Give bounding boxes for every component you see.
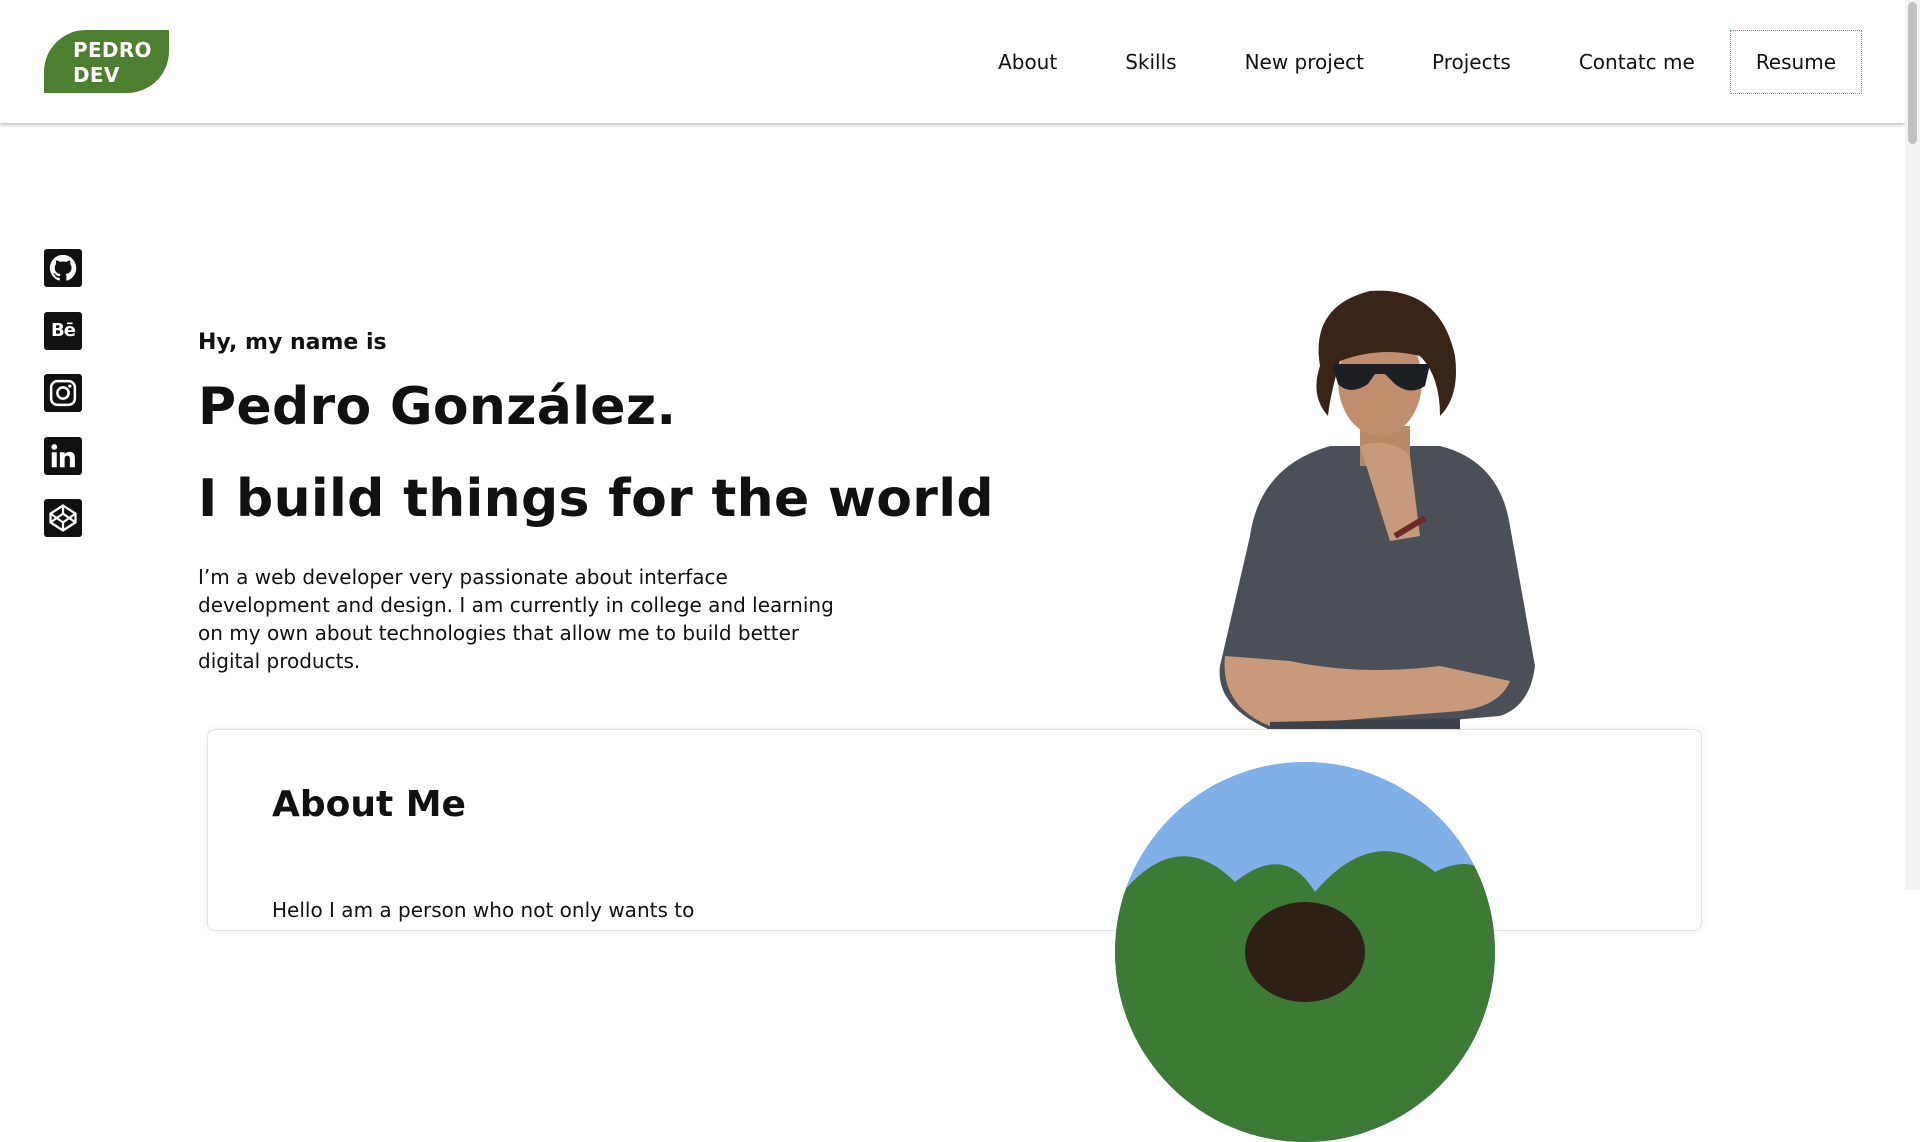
scrollbar[interactable] — [1905, 0, 1920, 890]
about-photo — [1115, 762, 1495, 1142]
nav-contact[interactable]: Contatc me — [1579, 50, 1695, 74]
behance-label: Bē — [51, 320, 76, 341]
main-nav: About Skills New project Projects Contat… — [998, 28, 1862, 95]
codepen-icon[interactable] — [44, 499, 82, 537]
nav-skills[interactable]: Skills — [1125, 50, 1176, 74]
nav-new-project[interactable]: New project — [1245, 50, 1364, 74]
hero-greeting: Hy, my name is — [198, 330, 387, 355]
site-header: PEDRO DEV About Skills New project Proje… — [0, 0, 1905, 123]
logo-line-1: PEDRO — [73, 38, 152, 62]
hero-name: Pedro González. — [198, 377, 677, 437]
resume-button[interactable]: Resume — [1729, 29, 1862, 94]
instagram-icon[interactable] — [44, 374, 82, 412]
social-links: Bē — [44, 249, 82, 562]
hero-section: Hy, my name is Pedro González. I build t… — [198, 330, 994, 695]
profile-photo — [1210, 286, 1550, 730]
nav-projects[interactable]: Projects — [1432, 50, 1511, 74]
logo-line-2: DEV — [73, 63, 120, 87]
about-text: Hello I am a person who not only wants t… — [272, 898, 695, 922]
linkedin-icon[interactable] — [44, 436, 82, 475]
about-title: About Me — [272, 784, 466, 825]
nav-about[interactable]: About — [998, 50, 1057, 74]
hero-tagline: I build things for the world — [198, 469, 994, 529]
logo[interactable]: PEDRO DEV — [44, 30, 169, 93]
hero-intro: I’m a web developer very passionate abou… — [198, 565, 834, 673]
about-card: About Me Hello I am a person who not onl… — [207, 729, 1702, 1142]
github-icon[interactable] — [44, 249, 82, 287]
behance-icon[interactable]: Bē — [44, 311, 82, 350]
scrollbar-thumb[interactable] — [1908, 2, 1917, 144]
